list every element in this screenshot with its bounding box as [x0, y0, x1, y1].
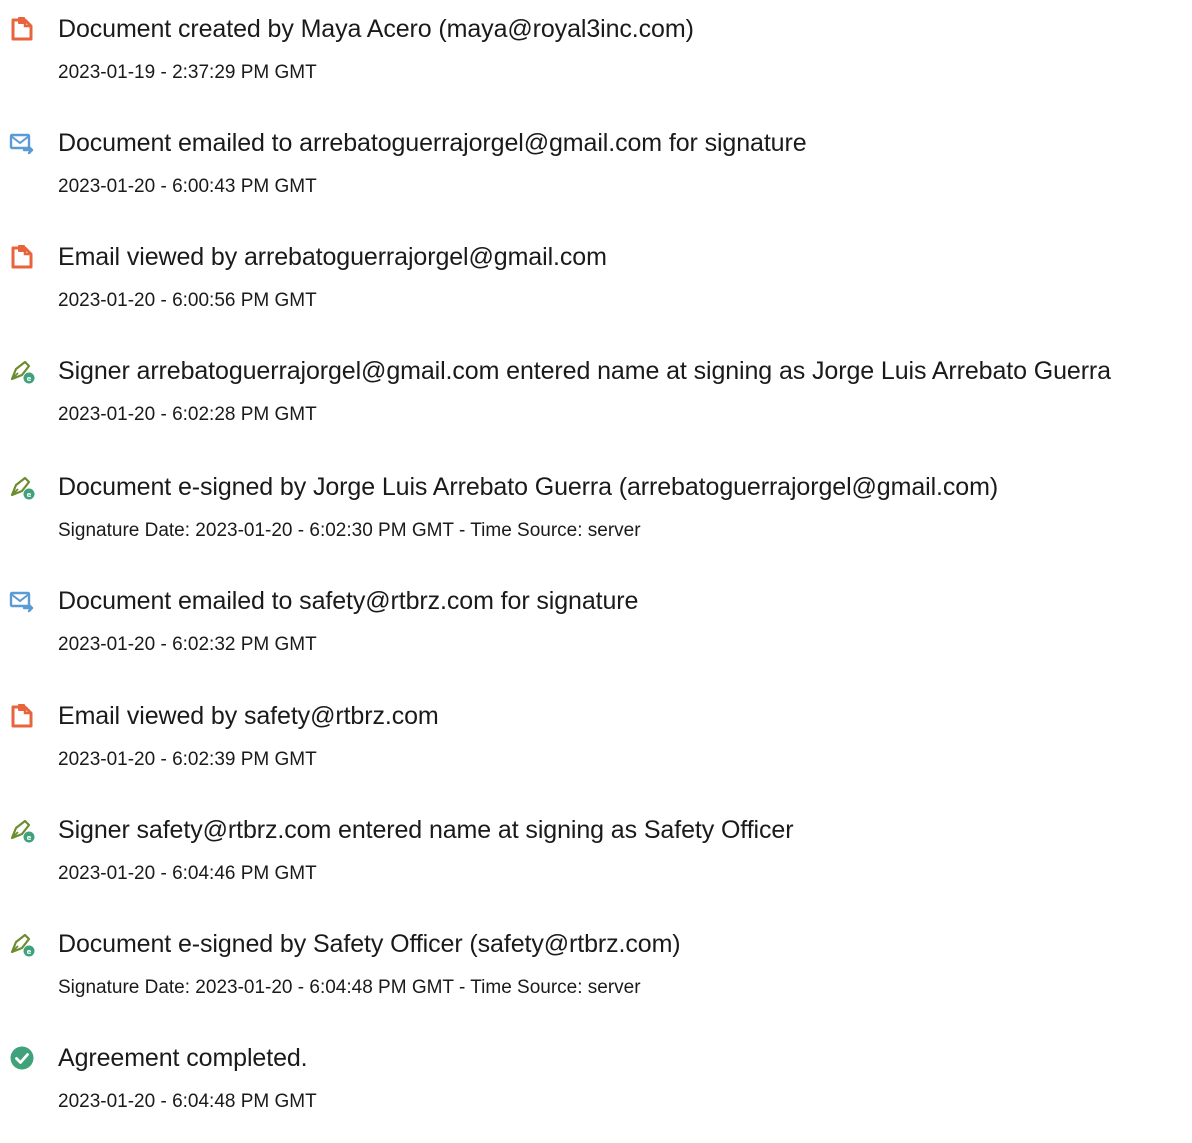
audit-event: Document emailed to safety@rtbrz.com for… — [0, 586, 1192, 686]
event-title: Email viewed by safety@rtbrz.com — [58, 702, 439, 730]
svg-text:e: e — [27, 491, 32, 499]
document-icon — [9, 244, 35, 270]
audit-event: e Signer safety@rtbrz.com entered name a… — [0, 815, 1192, 915]
audit-event: Email viewed by arrebatoguerrajorgel@gma… — [0, 242, 1192, 342]
audit-event: e Document e-signed by Safety Officer (s… — [0, 929, 1192, 1029]
event-title: Signer safety@rtbrz.com entered name at … — [58, 816, 794, 844]
svg-text:e: e — [27, 834, 32, 842]
audit-event: e Document e-signed by Jorge Luis Arreba… — [0, 472, 1192, 572]
event-title: Email viewed by arrebatoguerrajorgel@gma… — [58, 243, 607, 271]
event-title: Document emailed to arrebatoguerrajorgel… — [58, 129, 807, 157]
document-icon — [9, 703, 35, 729]
audit-event: Email viewed by safety@rtbrz.com 2023-01… — [0, 701, 1192, 801]
event-title: Document created by Maya Acero (maya@roy… — [58, 15, 694, 43]
event-timestamp: 2023-01-20 - 6:04:46 PM GMT — [58, 863, 317, 884]
event-title: Agreement completed. — [58, 1044, 308, 1072]
event-timestamp: 2023-01-20 - 6:02:28 PM GMT — [58, 404, 317, 425]
audit-event: Agreement completed. 2023-01-20 - 6:04:4… — [0, 1043, 1192, 1143]
signature-pen-icon: e — [9, 358, 35, 384]
audit-event: Document created by Maya Acero (maya@roy… — [0, 14, 1192, 114]
signature-pen-icon: e — [9, 817, 35, 843]
svg-text:e: e — [27, 948, 32, 956]
event-timestamp: Signature Date: 2023-01-20 - 6:04:48 PM … — [58, 977, 641, 998]
event-timestamp: 2023-01-20 - 6:04:48 PM GMT — [58, 1091, 317, 1112]
audit-event: Document emailed to arrebatoguerrajorgel… — [0, 128, 1192, 228]
signature-pen-icon: e — [9, 931, 35, 957]
signature-pen-icon: e — [9, 474, 35, 500]
event-timestamp: 2023-01-20 - 6:00:43 PM GMT — [58, 176, 317, 197]
email-icon — [9, 130, 35, 156]
event-title: Document emailed to safety@rtbrz.com for… — [58, 587, 639, 615]
document-icon — [9, 16, 35, 42]
check-circle-icon — [9, 1045, 35, 1071]
audit-event: e Signer arrebatoguerrajorgel@gmail.com … — [0, 356, 1192, 456]
svg-text:e: e — [27, 375, 32, 383]
event-title: Signer arrebatoguerrajorgel@gmail.com en… — [58, 357, 1111, 385]
event-title: Document e-signed by Safety Officer (saf… — [58, 930, 681, 958]
event-timestamp: 2023-01-20 - 6:00:56 PM GMT — [58, 290, 317, 311]
event-timestamp: Signature Date: 2023-01-20 - 6:02:30 PM … — [58, 520, 641, 541]
event-timestamp: 2023-01-19 - 2:37:29 PM GMT — [58, 62, 317, 83]
email-icon — [9, 588, 35, 614]
event-timestamp: 2023-01-20 - 6:02:32 PM GMT — [58, 634, 317, 655]
event-timestamp: 2023-01-20 - 6:02:39 PM GMT — [58, 749, 317, 770]
event-title: Document e-signed by Jorge Luis Arrebato… — [58, 473, 999, 501]
